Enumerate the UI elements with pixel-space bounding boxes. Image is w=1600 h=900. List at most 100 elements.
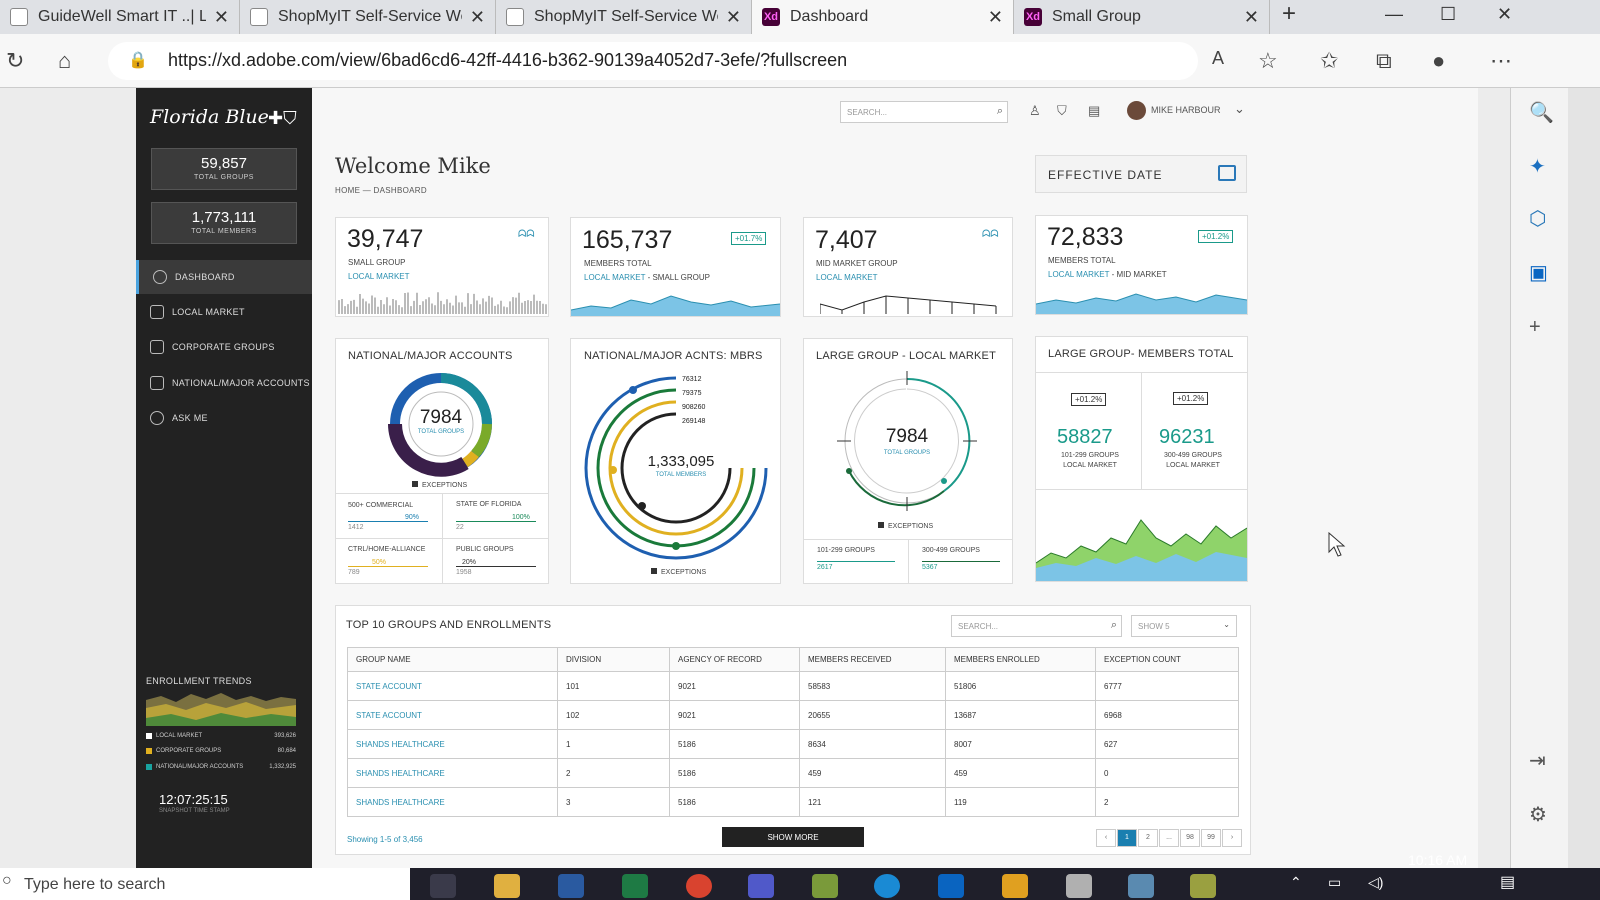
read-aloud-icon[interactable]: A	[1212, 48, 1224, 69]
pager-next[interactable]: ›	[1222, 829, 1242, 847]
calendar-icon[interactable]	[1218, 165, 1236, 181]
tab-small-group[interactable]: Xd Small Group ✕	[1014, 0, 1270, 34]
favorite-add-icon[interactable]: ☆	[1258, 48, 1278, 74]
file-explorer-icon[interactable]	[494, 874, 520, 898]
close-icon[interactable]: ✕	[214, 7, 229, 28]
col-division[interactable]: DIVISION	[557, 647, 670, 672]
header-search-input[interactable]: SEARCH... ⌕	[840, 101, 1008, 123]
browser-tab-strip: GuideWell Smart IT ..| Log ✕ ShopMyIT Se…	[0, 0, 1600, 34]
cell-group-name[interactable]: STATE ACCOUNT	[347, 700, 558, 730]
more-icon[interactable]: ⋯	[1490, 48, 1512, 74]
home-icon[interactable]: ⌂	[58, 48, 71, 74]
nav-ask-me[interactable]: ASK ME	[136, 401, 312, 435]
taskbar-clock[interactable]: 10:16 AM	[1408, 852, 1467, 868]
chevron-down-icon[interactable]: ⌄	[1234, 101, 1245, 117]
cell-group-name[interactable]: SHANDS HEALTHCARE	[347, 787, 558, 817]
shield-check-icon[interactable]: ⛉	[1057, 103, 1067, 119]
outlook-icon[interactable]	[938, 874, 964, 898]
show-more-button[interactable]: SHOW MORE	[722, 827, 864, 847]
show-count-select[interactable]: SHOW 5 ⌄	[1131, 615, 1237, 637]
xd-icon: Xd	[1024, 8, 1042, 26]
outlook-icon[interactable]: ▣	[1529, 260, 1548, 285]
app-icon[interactable]	[1128, 874, 1154, 898]
nav-dashboard[interactable]: DASHBOARD	[136, 260, 312, 294]
pager-prev[interactable]: ‹	[1096, 829, 1116, 847]
nav-national-major-accounts[interactable]: NATIONAL/MAJOR ACCOUNTS	[136, 366, 312, 400]
cell-group-name[interactable]: STATE ACCOUNT	[347, 671, 558, 701]
pager-page[interactable]: 99	[1201, 829, 1221, 847]
pager-page[interactable]: 98	[1180, 829, 1200, 847]
search-icon[interactable]: ⌕	[997, 105, 1003, 118]
office-icon[interactable]: ⬡	[1529, 206, 1546, 231]
nav-corporate-groups[interactable]: CORPORATE GROUPS	[136, 330, 312, 364]
user-icon[interactable]: ♙	[1029, 103, 1041, 119]
total-members-label: TOTAL MEMBERS	[191, 228, 257, 235]
copilot-icon[interactable]: ✦	[1529, 154, 1546, 179]
add-icon[interactable]: +	[1529, 316, 1541, 339]
network-icon[interactable]: ▭	[1328, 874, 1341, 891]
col-group-name[interactable]: GROUP NAME	[347, 647, 558, 672]
task-view-icon[interactable]	[430, 874, 456, 898]
collections-icon[interactable]: ⧉	[1376, 48, 1392, 74]
app-icon[interactable]	[558, 874, 584, 898]
effective-date-picker[interactable]: EFFECTIVE DATE	[1035, 155, 1247, 193]
col-members-enrolled[interactable]: MEMBERS ENROLLED	[945, 647, 1096, 672]
edge-icon[interactable]	[874, 874, 900, 898]
snapshot-time: 12:07:25:15	[159, 792, 228, 807]
progress-bar	[456, 566, 536, 567]
table-row[interactable]: SHANDS HEALTHCARE 3 5186 121 119 2	[347, 787, 1239, 817]
gear-icon[interactable]: ⚙	[1529, 802, 1547, 827]
breadcrumb[interactable]: HOME — DASHBOARD	[335, 186, 427, 195]
col-exception-count[interactable]: EXCEPTION COUNT	[1095, 647, 1239, 672]
chrome-icon[interactable]	[686, 874, 712, 898]
col-members-received[interactable]: MEMBERS RECEIVED	[799, 647, 946, 672]
cell-group-name[interactable]: SHANDS HEALTHCARE	[347, 729, 558, 759]
taskbar-search-input[interactable]: Type here to search	[0, 868, 410, 900]
app-icon[interactable]	[1190, 874, 1216, 898]
close-icon[interactable]: ✕	[726, 7, 741, 28]
briefcase-icon	[150, 376, 164, 390]
notification-center-icon[interactable]: ▤	[1500, 872, 1515, 892]
close-icon[interactable]: ✕	[470, 7, 485, 28]
sidebar-toggle-icon[interactable]: ⇥	[1529, 748, 1546, 773]
table-search-input[interactable]: SEARCH... ⌕	[951, 615, 1122, 637]
pager-page[interactable]: 1	[1117, 829, 1137, 847]
notifications-icon[interactable]: ▤	[1088, 103, 1100, 119]
refresh-icon[interactable]: ↻	[6, 48, 24, 74]
favorites-icon[interactable]: ✩	[1320, 48, 1338, 74]
close-icon[interactable]: ✕	[988, 7, 1003, 28]
search-icon[interactable]: ⌕	[1111, 619, 1117, 632]
tab-guidewell[interactable]: GuideWell Smart IT ..| Log ✕	[0, 0, 240, 34]
window-close-icon[interactable]: ✕	[1497, 4, 1512, 25]
table-row[interactable]: STATE ACCOUNT 101 9021 58583 51806 6777	[347, 671, 1239, 701]
cell-group-name[interactable]: SHANDS HEALTHCARE	[347, 758, 558, 788]
powerbi-icon[interactable]	[1002, 874, 1028, 898]
search-icon[interactable]: 🔍	[1529, 100, 1554, 125]
ring-value: 79375	[682, 390, 702, 397]
app-icon[interactable]	[1066, 874, 1092, 898]
table-row[interactable]: STATE ACCOUNT 102 9021 20655 13687 6968	[347, 700, 1239, 730]
volume-icon[interactable]: ◁)	[1368, 874, 1383, 891]
cell: 119	[945, 787, 1096, 817]
close-icon[interactable]: ✕	[1244, 7, 1259, 28]
user-name[interactable]: MIKE HARBOUR	[1151, 105, 1221, 115]
chevron-up-icon[interactable]: ⌃	[1290, 874, 1302, 891]
minimize-icon[interactable]: —	[1385, 4, 1403, 25]
tab-dashboard[interactable]: Xd Dashboard ✕	[752, 0, 1014, 34]
members-mid-market-area	[1036, 293, 1247, 314]
profile-icon[interactable]: ●	[1432, 48, 1445, 74]
tab-shopmyit-2[interactable]: ShopMyIT Self-Service We ✕	[496, 0, 752, 34]
col-agency[interactable]: AGENCY OF RECORD	[669, 647, 800, 672]
maximize-icon[interactable]: ☐	[1440, 4, 1456, 25]
avatar[interactable]	[1127, 101, 1146, 120]
tab-shopmyit-1[interactable]: ShopMyIT Self-Service We ✕	[240, 0, 496, 34]
pager-page[interactable]: 2	[1138, 829, 1158, 847]
teams-icon[interactable]	[748, 874, 774, 898]
table-row[interactable]: SHANDS HEALTHCARE 1 5186 8634 8007 627	[347, 729, 1239, 759]
excel-icon[interactable]	[622, 874, 648, 898]
new-tab-icon[interactable]: +	[1282, 0, 1296, 28]
table-row[interactable]: SHANDS HEALTHCARE 2 5186 459 459 0	[347, 758, 1239, 788]
divider	[1141, 373, 1142, 489]
nav-local-market[interactable]: LOCAL MARKET	[136, 295, 312, 329]
app-icon[interactable]	[812, 874, 838, 898]
